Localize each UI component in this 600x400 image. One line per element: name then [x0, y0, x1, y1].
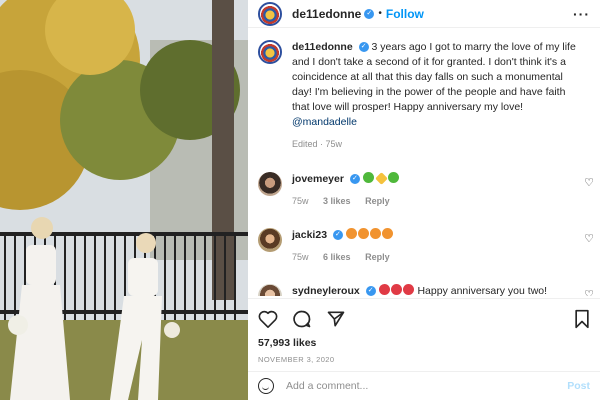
comment-text: Happy anniversary you two! [417, 285, 548, 296]
comment-emojis [378, 284, 418, 296]
comment-composer: Add a comment... Post [248, 371, 600, 400]
comment-item: jacki23 ✓ 75w 6 likes Reply ♡ [258, 228, 594, 264]
sparkle-icon [374, 172, 388, 185]
emoji-picker-icon[interactable] [258, 378, 274, 394]
separator-dot: • [378, 8, 382, 19]
comment-like-heart-icon[interactable]: ♡ [584, 288, 594, 296]
green-heart-icon [387, 172, 399, 183]
comment-username[interactable]: jovemeyer [292, 173, 344, 185]
comment-bubble-icon[interactable] [292, 309, 312, 329]
follow-button[interactable]: Follow [386, 7, 424, 21]
caption-meta: Edited · 75w [292, 139, 343, 149]
comments-scroll-area[interactable]: de11edonne ✓ 3 years ago I got to marry … [258, 40, 594, 296]
verified-badge-icon: ✓ [349, 174, 360, 185]
verified-badge-icon: ✓ [358, 42, 369, 53]
verified-badge-icon: ✓ [332, 230, 343, 241]
comment-emojis [362, 172, 400, 185]
post-detail-panel: de11edonne ✓ • Follow ··· de11edonne ✓ 3… [248, 0, 600, 400]
smile-icon [345, 228, 357, 239]
post-comment-button[interactable]: Post [567, 380, 590, 392]
commenter-avatar[interactable] [258, 172, 282, 196]
commenter-avatar[interactable] [258, 228, 282, 252]
verified-badge-icon: ✓ [365, 286, 376, 296]
caption-avatar[interactable] [258, 40, 282, 64]
comment-time: 75w [292, 196, 309, 206]
post-actions: 57,993 likes NOVEMBER 3, 2020 [248, 298, 600, 375]
like-heart-icon[interactable] [258, 310, 278, 328]
comment-item: jovemeyer ✓ 75w 3 likes Reply ♡ [258, 172, 594, 208]
comment-meta: 75w 6 likes Reply [292, 250, 588, 264]
comment-input[interactable]: Add a comment... [286, 380, 368, 392]
edited-label: Edited [292, 139, 318, 149]
author-username[interactable]: de11edonne [292, 7, 361, 21]
comment-like-heart-icon[interactable]: ♡ [584, 232, 594, 245]
comment-username[interactable]: sydneyleroux [292, 285, 360, 296]
smile-icon [369, 228, 381, 239]
verified-badge-icon: ✓ [364, 8, 375, 19]
post-date: NOVEMBER 3, 2020 [258, 355, 335, 364]
comment-emojis [345, 228, 394, 241]
post-caption: de11edonne ✓ 3 years ago I got to marry … [258, 40, 594, 152]
red-heart-icon [402, 284, 414, 295]
more-options-icon[interactable]: ··· [573, 6, 590, 22]
comment-meta: 75w 3 likes Reply [292, 194, 588, 208]
bookmark-icon[interactable] [574, 309, 590, 329]
action-icons [258, 305, 590, 333]
post-photo[interactable] [0, 0, 248, 400]
likes-count[interactable]: 57,993 likes [258, 337, 590, 349]
commenter-avatar[interactable] [258, 284, 282, 296]
red-heart-icon [378, 284, 390, 295]
red-heart-icon [390, 284, 402, 295]
smile-icon [381, 228, 393, 239]
comment-username[interactable]: jacki23 [292, 229, 327, 241]
comment-time: 75w [292, 252, 309, 262]
post-header: de11edonne ✓ • Follow ··· [248, 0, 600, 28]
comment-likes[interactable]: 3 likes [323, 196, 351, 206]
comment-item: sydneyleroux ✓ Happy anniversary you two… [258, 284, 594, 296]
edited-time: 75w [325, 139, 343, 149]
reply-button[interactable]: Reply [365, 196, 390, 206]
caption-username[interactable]: de11edonne [292, 41, 353, 53]
author-avatar[interactable] [258, 1, 282, 26]
smile-icon [357, 228, 369, 239]
caption-mention-link[interactable]: @mandadelle [292, 116, 357, 128]
share-send-icon[interactable] [326, 309, 346, 329]
reply-button[interactable]: Reply [365, 252, 390, 262]
comment-like-heart-icon[interactable]: ♡ [584, 176, 594, 189]
comment-likes[interactable]: 6 likes [323, 252, 351, 262]
green-heart-icon [362, 172, 374, 183]
